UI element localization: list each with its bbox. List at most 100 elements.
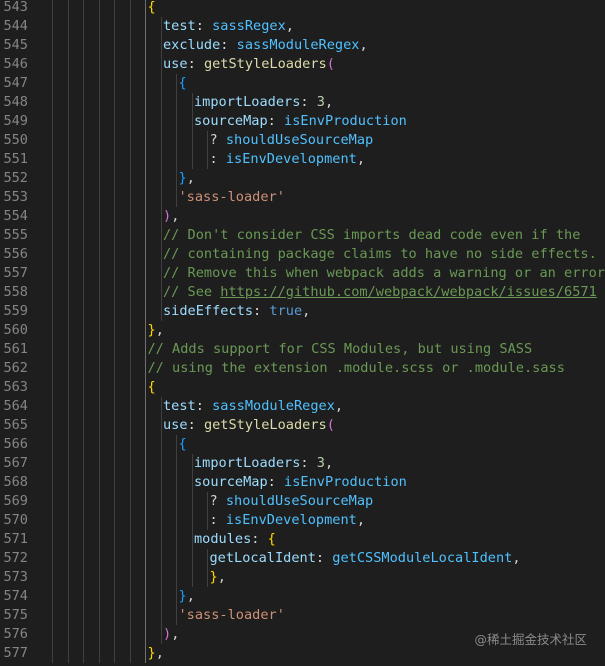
code-line[interactable]: 553 'sass-loader'	[0, 188, 605, 207]
code-line[interactable]: 554),	[0, 207, 605, 226]
code-text: importLoaders: 3,	[194, 454, 333, 473]
indent-guide	[129, 492, 131, 511]
code-token: // Adds support for CSS Modules, but usi…	[147, 341, 533, 357]
indent-guide	[129, 36, 131, 55]
indent-guide	[129, 245, 131, 264]
code-editor[interactable]: 543 {544 test: sassRegex, 545 exclude: sassM…	[0, 0, 605, 666]
code-line[interactable]: 550? shouldUseSourceMap	[0, 131, 605, 150]
indent-guide	[114, 397, 115, 416]
indent-guide	[52, 378, 53, 397]
code-line[interactable]: 557 // Remove this when webpack adds a wa…	[0, 264, 605, 283]
code-line[interactable]: 574},	[0, 587, 605, 606]
indent-guide	[160, 549, 162, 568]
indent-guide	[52, 359, 53, 378]
code-line[interactable]: 564 test: sassModuleRegex,	[0, 397, 605, 416]
code-line[interactable]: 551: isEnvDevelopment,	[0, 150, 605, 169]
indent-guide	[207, 549, 208, 568]
code-token: ,	[356, 151, 366, 167]
indent-guide	[191, 473, 193, 492]
code-line[interactable]: 545 exclude: sassModuleRegex,	[0, 36, 605, 55]
code-line[interactable]: 560},	[0, 321, 605, 340]
indent-guide	[67, 644, 69, 663]
indent-guide	[145, 416, 146, 435]
code-token: shouldUseSourceMap	[225, 493, 374, 509]
code-line[interactable]: 543 {	[0, 0, 605, 17]
code-token: :	[209, 512, 226, 528]
indent-guide	[191, 568, 193, 587]
indent-guide	[176, 188, 177, 207]
indent-guide	[83, 321, 84, 340]
indent-guide	[83, 625, 84, 644]
indent-guide	[114, 93, 115, 112]
indent-guide	[129, 264, 131, 283]
indent-guide	[145, 283, 146, 302]
indent-guide	[83, 169, 84, 188]
indent-guide	[83, 226, 84, 245]
code-line[interactable]: 572 getLocalIdent: getCSSModuleLocalIdent…	[0, 549, 605, 568]
code-line[interactable]: 571 modules: {	[0, 530, 605, 549]
code-line[interactable]: 558 // See https://github.com/webpack/web…	[0, 283, 605, 302]
code-line[interactable]: 548 importLoaders: 3,	[0, 93, 605, 112]
indent-guide	[83, 207, 84, 226]
indent-guide	[67, 359, 69, 378]
code-line[interactable]: 565 use: getStyleLoaders(	[0, 416, 605, 435]
indent-guide	[114, 454, 115, 473]
indent-guide	[114, 0, 115, 17]
code-line[interactable]: 556 // containing package claims to have …	[0, 245, 605, 264]
indent-guide	[83, 36, 84, 55]
indent-guide	[160, 226, 162, 245]
code-token: true	[269, 303, 303, 319]
indent-guide	[67, 435, 69, 454]
code-line[interactable]: 568 sourceMap: isEnvProduction	[0, 473, 605, 492]
indent-guide	[145, 511, 146, 530]
code-line[interactable]: 552},	[0, 169, 605, 188]
code-line[interactable]: 562 // using the extension .module.scss o…	[0, 359, 605, 378]
code-line[interactable]: 555 // Don't consider CSS imports dead co…	[0, 226, 605, 245]
code-line[interactable]: 546 use: getStyleLoaders(	[0, 55, 605, 74]
code-line[interactable]: 561 // Adds support for CSS Modules, but …	[0, 340, 605, 359]
indent-guide	[98, 226, 100, 245]
indent-guide	[83, 74, 84, 93]
indent-guide	[98, 435, 100, 454]
watermark-text: @稀土掘金技术社区	[474, 632, 587, 647]
indent-guide	[98, 511, 100, 530]
indent-guide	[145, 644, 146, 663]
code-line[interactable]: 559 sideEffects: true,	[0, 302, 605, 321]
code-token: ,	[155, 322, 164, 338]
code-text: ),	[163, 625, 179, 644]
indent-guide	[129, 93, 131, 112]
line-number: 543	[3, 0, 28, 15]
indent-guide	[176, 606, 177, 625]
indent-guide	[160, 568, 162, 587]
code-line[interactable]: 547 {	[0, 74, 605, 93]
code-line[interactable]: 544 test: sassRegex,	[0, 17, 605, 36]
code-line[interactable]: 549 sourceMap: isEnvProduction	[0, 112, 605, 131]
indent-guide	[114, 17, 115, 36]
code-token: importLoaders	[194, 455, 301, 471]
indent-guide	[52, 93, 53, 112]
indent-guide	[83, 568, 84, 587]
code-line[interactable]: 566 {	[0, 435, 605, 454]
indent-guide	[114, 283, 115, 302]
code-link[interactable]: https://github.com/webpack/webpack/issue…	[220, 284, 596, 300]
code-line[interactable]: 563 {	[0, 378, 605, 397]
code-token: sassModuleRegex	[236, 37, 360, 53]
code-text: test: sassModuleRegex,	[163, 397, 343, 416]
indent-guide	[191, 454, 193, 473]
indent-guide	[160, 530, 162, 549]
code-line[interactable]: 570: isEnvDevelopment,	[0, 511, 605, 530]
indent-guide	[114, 606, 115, 625]
code-line[interactable]: 575 'sass-loader'	[0, 606, 605, 625]
code-line[interactable]: 567 importLoaders: 3,	[0, 454, 605, 473]
code-line[interactable]: 569? shouldUseSourceMap	[0, 492, 605, 511]
indent-guide	[67, 473, 69, 492]
indent-guide	[67, 340, 69, 359]
indent-guide	[83, 150, 84, 169]
line-number: 569	[3, 493, 28, 509]
code-line[interactable]: 573},	[0, 568, 605, 587]
indent-guide	[160, 112, 162, 131]
indent-guide	[52, 226, 53, 245]
indent-guide	[52, 625, 53, 644]
line-number: 561	[3, 341, 28, 357]
indent-guide	[83, 397, 84, 416]
